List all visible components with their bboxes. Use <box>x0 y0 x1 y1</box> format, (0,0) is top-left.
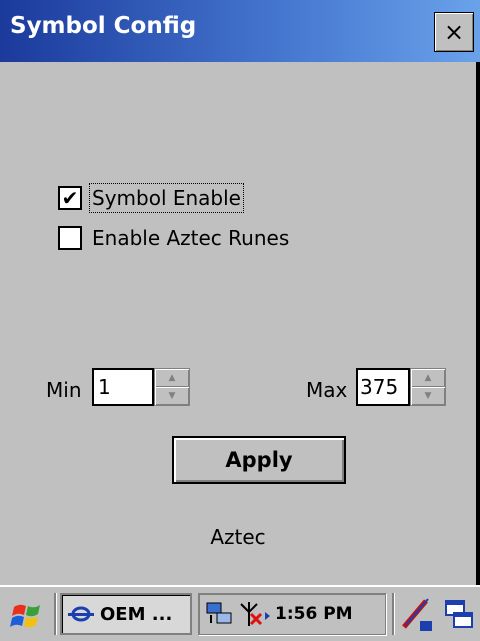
taskbar-separator <box>54 593 57 635</box>
checkmark-icon: ✔ <box>61 186 79 210</box>
arrow-up-icon: ▲ <box>424 373 432 383</box>
max-label: Max <box>306 378 348 402</box>
min-input[interactable]: 1 <box>92 368 154 406</box>
symbol-config-window: Symbol Config × ✔ Symbol Enable Enable A… <box>0 0 480 585</box>
oem-app-icon <box>68 606 94 622</box>
min-increment-button[interactable]: ▲ <box>155 369 189 387</box>
symbol-enable-row[interactable]: ✔ Symbol Enable <box>58 183 244 213</box>
arrow-down-icon: ▼ <box>168 391 176 401</box>
antenna-off-icon[interactable] <box>237 600 271 628</box>
taskbar: OEM ... 1:56 PM <box>0 585 480 641</box>
dialog-content: ✔ Symbol Enable Enable Aztec Runes Min 1… <box>0 62 476 585</box>
input-panel-button[interactable] <box>398 595 436 635</box>
min-decrement-button[interactable]: ▼ <box>155 387 189 405</box>
show-desktop-button[interactable] <box>442 595 476 635</box>
min-spinner: ▲ ▼ <box>154 368 190 406</box>
apply-button[interactable]: Apply <box>172 436 346 484</box>
close-icon: × <box>443 18 465 46</box>
task-label: OEM ... <box>100 603 173 625</box>
system-tray: 1:56 PM <box>198 593 386 635</box>
title-bar: Symbol Config × <box>0 0 480 62</box>
close-button[interactable]: × <box>434 12 474 52</box>
taskbar-separator <box>392 593 395 635</box>
aztec-runes-row[interactable]: Enable Aztec Runes <box>58 226 289 250</box>
pen-input-icon <box>402 598 432 631</box>
min-label: Min <box>46 378 82 402</box>
clock[interactable]: 1:56 PM <box>275 604 353 624</box>
max-decrement-button[interactable]: ▼ <box>411 387 445 405</box>
symbol-enable-label: Symbol Enable <box>89 183 244 213</box>
aztec-runes-label: Enable Aztec Runes <box>92 226 290 250</box>
windows-flag-icon <box>10 604 40 628</box>
max-increment-button[interactable]: ▲ <box>411 369 445 387</box>
arrow-up-icon: ▲ <box>168 373 176 383</box>
max-spinner: ▲ ▼ <box>410 368 446 406</box>
aztec-runes-checkbox[interactable] <box>58 226 82 250</box>
network-icon[interactable] <box>205 601 235 627</box>
start-button[interactable] <box>6 595 50 635</box>
symbology-status: Aztec <box>210 525 266 549</box>
arrow-down-icon: ▼ <box>424 391 432 401</box>
task-button-oem[interactable]: OEM ... <box>60 593 192 635</box>
max-input[interactable]: 375 <box>356 368 410 406</box>
window-title: Symbol Config <box>10 13 197 39</box>
show-desktop-icon <box>445 600 473 628</box>
symbol-enable-checkbox[interactable]: ✔ <box>58 186 82 210</box>
